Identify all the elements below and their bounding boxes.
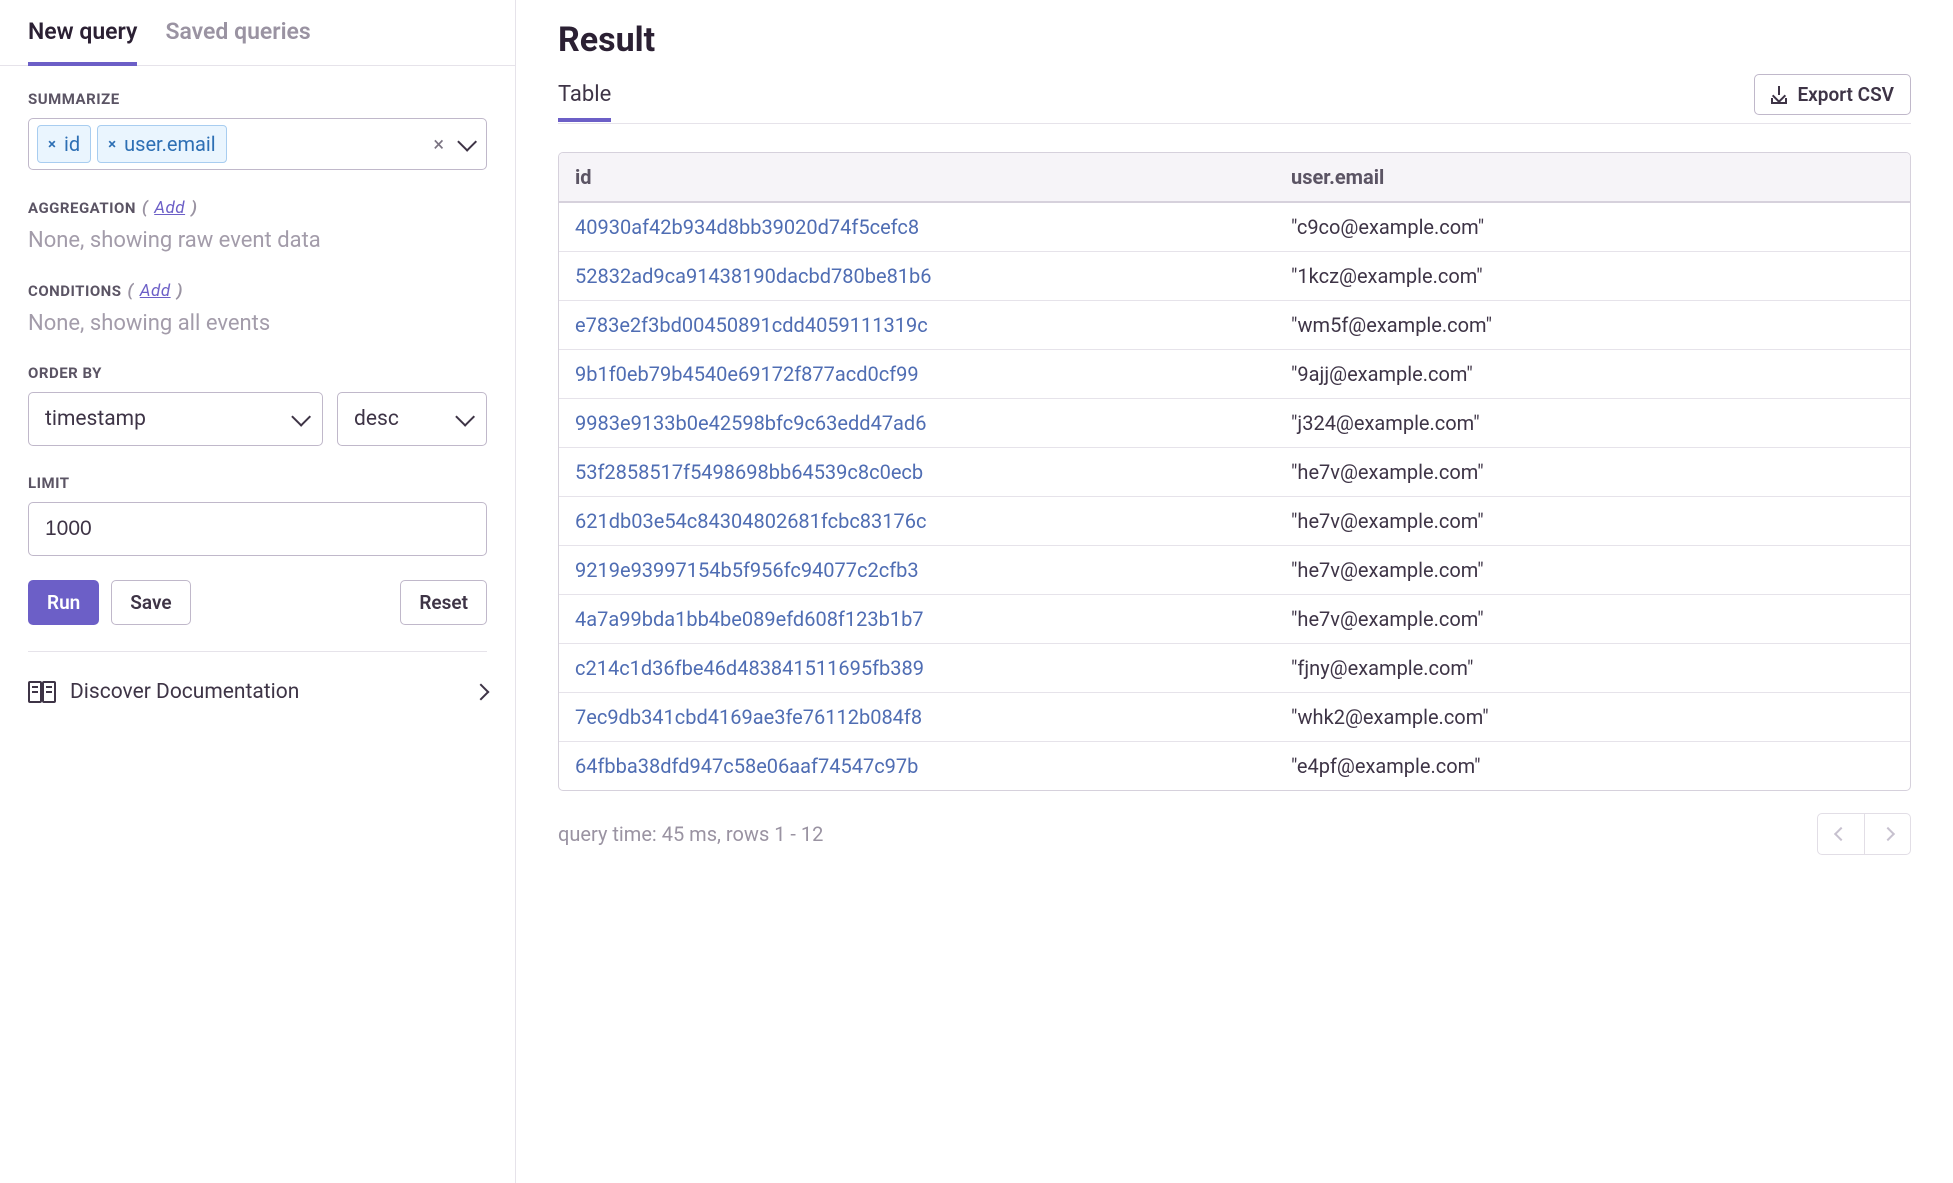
cell-email: "1kcz@example.com" (1275, 252, 1910, 300)
cell-id[interactable]: 9983e9133b0e42598bfc9c63edd47ad6 (559, 399, 1275, 447)
conditions-label: CONDITIONS (Add) (28, 281, 487, 301)
pager-prev-button[interactable] (1818, 814, 1864, 854)
orderby-label: ORDER BY (28, 364, 487, 382)
run-button[interactable]: Run (28, 580, 99, 625)
summarize-chip-user-email: × user.email (97, 125, 227, 163)
orderby-direction-select[interactable]: desc (337, 392, 487, 446)
cell-id[interactable]: 40930af42b934d8bb39020d74f5cefc8 (559, 203, 1275, 251)
chevron-right-icon (473, 684, 490, 701)
chip-label: user.email (124, 132, 216, 156)
cell-id[interactable]: 621db03e54c84304802681fcbc83176c (559, 497, 1275, 545)
tab-new-query[interactable]: New query (28, 18, 137, 65)
limit-input[interactable] (28, 502, 487, 556)
query-body: SUMMARIZE × id × user.email × AGGREGATIO… (0, 66, 515, 1183)
download-icon (1771, 86, 1787, 104)
query-tabs: New query Saved queries (0, 0, 515, 66)
remove-chip-icon[interactable]: × (48, 135, 56, 153)
table-header: id user.email (559, 153, 1910, 203)
summarize-input[interactable]: × id × user.email × (28, 118, 487, 170)
cell-id[interactable]: 9b1f0eb79b4540e69172f877acd0cf99 (559, 350, 1275, 398)
column-header-id[interactable]: id (559, 153, 1275, 201)
cell-email: "c9co@example.com" (1275, 203, 1910, 251)
export-csv-button[interactable]: Export CSV (1754, 74, 1911, 115)
table-row: 40930af42b934d8bb39020d74f5cefc8"c9co@ex… (559, 203, 1910, 252)
query-builder-pane: New query Saved queries SUMMARIZE × id ×… (0, 0, 516, 1183)
limit-label: LIMIT (28, 474, 487, 492)
cell-email: "whk2@example.com" (1275, 693, 1910, 741)
result-tab-table[interactable]: Table (558, 76, 611, 121)
result-table: id user.email 40930af42b934d8bb39020d74f… (558, 152, 1911, 791)
cell-id[interactable]: 52832ad9ca91438190dacbd780be81b6 (559, 252, 1275, 300)
reset-button[interactable]: Reset (400, 580, 487, 625)
aggregation-label: AGGREGATION (Add) (28, 198, 487, 218)
table-row: 4a7a99bda1bb4be089efd608f123b1b7"he7v@ex… (559, 595, 1910, 644)
table-row: 9219e93997154b5f956fc94077c2cfb3"he7v@ex… (559, 546, 1910, 595)
pager-next-button[interactable] (1864, 814, 1910, 854)
cell-id[interactable]: c214c1d36fbe46d483841511695fb389 (559, 644, 1275, 692)
summarize-label: SUMMARIZE (28, 90, 487, 108)
cell-email: "9ajj@example.com" (1275, 350, 1910, 398)
cell-email: "e4pf@example.com" (1275, 742, 1910, 790)
cell-email: "he7v@example.com" (1275, 497, 1910, 545)
chevron-right-icon (1880, 827, 1894, 841)
table-row: 53f2858517f5498698bb64539c8c0ecb"he7v@ex… (559, 448, 1910, 497)
conditions-add-link[interactable]: Add (140, 281, 171, 301)
chevron-left-icon (1834, 827, 1848, 841)
cell-email: "he7v@example.com" (1275, 448, 1910, 496)
table-row: c214c1d36fbe46d483841511695fb389"fjny@ex… (559, 644, 1910, 693)
summarize-chip-id: × id (37, 125, 91, 163)
cell-id[interactable]: e783e2f3bd00450891cdd4059111319c (559, 301, 1275, 349)
chip-label: id (64, 132, 80, 156)
result-tabbar: Table Export CSV (558, 74, 1911, 124)
cell-email: "he7v@example.com" (1275, 546, 1910, 594)
table-row: 9983e9133b0e42598bfc9c63edd47ad6"j324@ex… (559, 399, 1910, 448)
result-footer: query time: 45 ms, rows 1 - 12 (558, 813, 1911, 855)
orderby-field-select[interactable]: timestamp (28, 392, 323, 446)
docs-label: Discover Documentation (70, 680, 299, 704)
remove-chip-icon[interactable]: × (108, 135, 116, 153)
clear-all-icon[interactable]: × (433, 132, 444, 156)
discover-documentation-link[interactable]: Discover Documentation (28, 676, 487, 708)
cell-id[interactable]: 53f2858517f5498698bb64539c8c0ecb (559, 448, 1275, 496)
save-button[interactable]: Save (111, 580, 190, 625)
cell-id[interactable]: 64fbba38dfd947c58e06aaf74547c97b (559, 742, 1275, 790)
result-pane: Result Table Export CSV id user.email 40… (516, 0, 1953, 1183)
cell-id[interactable]: 7ec9db341cbd4169ae3fe76112b084f8 (559, 693, 1275, 741)
table-row: 7ec9db341cbd4169ae3fe76112b084f8"whk2@ex… (559, 693, 1910, 742)
tab-saved-queries[interactable]: Saved queries (165, 18, 310, 65)
aggregation-placeholder: None, showing raw event data (28, 228, 487, 253)
table-row: e783e2f3bd00450891cdd4059111319c"wm5f@ex… (559, 301, 1910, 350)
result-title: Result (558, 20, 1911, 60)
column-header-email[interactable]: user.email (1275, 153, 1910, 201)
aggregation-add-link[interactable]: Add (154, 198, 185, 218)
table-row: 64fbba38dfd947c58e06aaf74547c97b"e4pf@ex… (559, 742, 1910, 790)
cell-email: "j324@example.com" (1275, 399, 1910, 447)
query-stats: query time: 45 ms, rows 1 - 12 (558, 822, 823, 846)
chevron-down-icon (455, 407, 475, 427)
cell-email: "wm5f@example.com" (1275, 301, 1910, 349)
pager (1817, 813, 1911, 855)
chevron-down-icon[interactable] (457, 132, 477, 152)
cell-email: "he7v@example.com" (1275, 595, 1910, 643)
table-body: 40930af42b934d8bb39020d74f5cefc8"c9co@ex… (559, 203, 1910, 790)
table-row: 621db03e54c84304802681fcbc83176c"he7v@ex… (559, 497, 1910, 546)
cell-id[interactable]: 9219e93997154b5f956fc94077c2cfb3 (559, 546, 1275, 594)
cell-id[interactable]: 4a7a99bda1bb4be089efd608f123b1b7 (559, 595, 1275, 643)
cell-email: "fjny@example.com" (1275, 644, 1910, 692)
documentation-icon (28, 680, 56, 704)
chevron-down-icon (291, 407, 311, 427)
table-row: 9b1f0eb79b4540e69172f877acd0cf99"9ajj@ex… (559, 350, 1910, 399)
conditions-placeholder: None, showing all events (28, 311, 487, 336)
table-row: 52832ad9ca91438190dacbd780be81b6"1kcz@ex… (559, 252, 1910, 301)
